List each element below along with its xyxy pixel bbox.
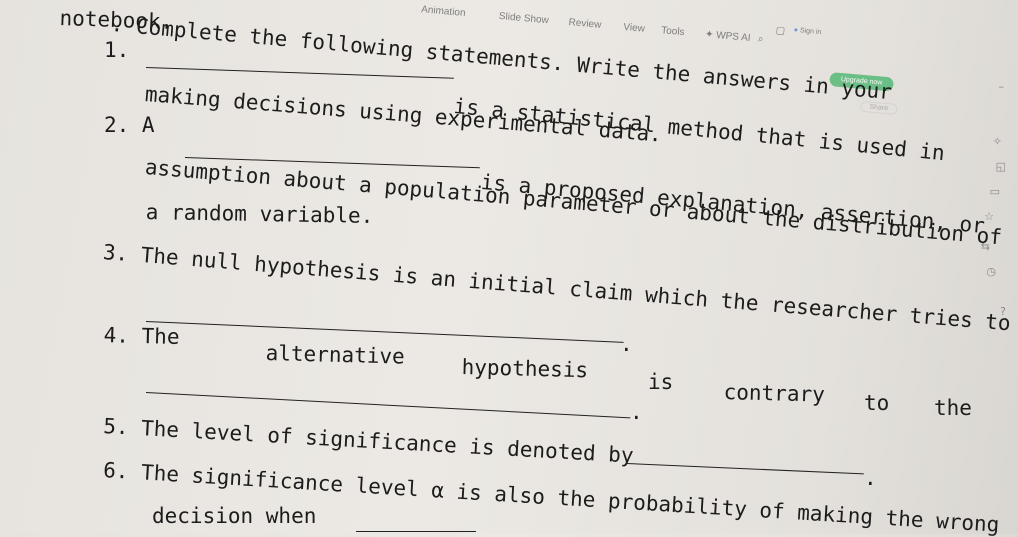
instruction-number-fragment: . <box>109 12 138 39</box>
sparkle-icon[interactable]: ✧ <box>993 135 1002 148</box>
answer-blank-5[interactable] <box>625 463 864 475</box>
question-6-line-2: decision when <box>152 504 317 528</box>
question-4-to: to <box>864 391 890 415</box>
question-1-number: 1. <box>104 38 130 62</box>
search-icon[interactable]: ⌕ <box>757 34 764 45</box>
menu-wps-ai[interactable]: ✦ WPS AI <box>705 29 751 44</box>
question-4-is: is <box>648 370 674 394</box>
avatar-icon: ● <box>793 26 799 35</box>
sign-in-link[interactable]: ● Sign in <box>793 27 821 36</box>
window-icon[interactable]: ▢ <box>775 25 785 37</box>
question-4-hypothesis: hypothesis <box>461 355 589 383</box>
question-5-line-1: 5. The level of significance is denoted … <box>102 414 635 468</box>
answer-blank-1[interactable] <box>145 67 454 79</box>
question-4-alternative: alternative <box>265 341 406 369</box>
question-4-the-2: the <box>934 396 972 420</box>
question-2-line-3: a random variable. <box>145 200 374 228</box>
question-4-contrary: contrary <box>723 380 826 407</box>
menu-slide-show[interactable]: Slide Show <box>498 11 549 26</box>
answer-blank-4[interactable] <box>145 392 631 419</box>
menu-tools[interactable]: Tools <box>661 25 685 38</box>
menu-review[interactable]: Review <box>568 17 602 31</box>
menu-animation[interactable]: Animation <box>421 4 466 19</box>
answer-blank-3[interactable] <box>145 321 624 343</box>
minimize-icon[interactable]: – <box>999 80 1005 93</box>
comment-icon[interactable]: ◱ <box>996 160 1006 173</box>
question-4-the: 4. The <box>103 323 180 349</box>
menu-view[interactable]: View <box>623 22 645 35</box>
clock-icon[interactable]: ◷ <box>986 265 996 278</box>
question-2-number: 2. A <box>104 113 155 137</box>
sparkle-icon: ✦ <box>704 28 714 41</box>
bookmark-icon[interactable]: ▭ <box>990 185 1000 198</box>
answer-blank-6[interactable] <box>356 531 476 532</box>
question-3-period: . <box>620 332 633 356</box>
question-4-period: . <box>630 400 643 424</box>
question-3-line-1: 3. The null hypothesis is an initial cla… <box>102 240 1012 336</box>
question-5-period: . <box>864 466 877 490</box>
